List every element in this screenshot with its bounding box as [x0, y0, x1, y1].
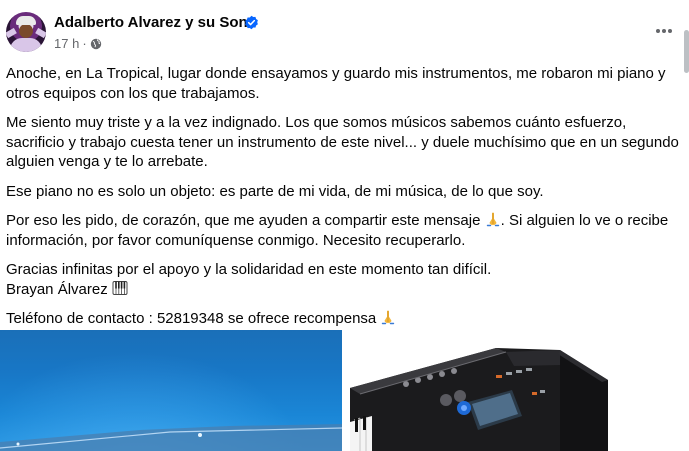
verified-badge-icon	[245, 15, 258, 30]
facebook-post: Adalberto Alvarez y su Son 17 h · Anoche…	[0, 0, 689, 451]
contact-line: Teléfono de contacto : 52819348 se ofrec…	[6, 310, 377, 327]
author-name[interactable]: Adalberto Alvarez y su Son	[54, 14, 248, 31]
signature: Brayan Álvarez	[6, 280, 108, 298]
piano-keys-icon	[112, 280, 128, 295]
paragraph-5-line-2: Brayan Álvarez	[6, 280, 682, 300]
scrollbar-thumb[interactable]	[684, 30, 689, 73]
paragraph-4-part-a: Por eso les pido, de corazón, que me ayu…	[6, 212, 481, 229]
globe-icon	[90, 38, 101, 49]
keyboard-synth-image	[346, 330, 689, 451]
more-options-icon[interactable]	[651, 18, 677, 44]
post-photo-1[interactable]	[0, 330, 342, 451]
post-time[interactable]: 17 h	[54, 36, 79, 51]
praying-hands-icon	[486, 212, 499, 227]
paragraph-6: Teléfono de contacto : 52819348 se ofrec…	[6, 309, 682, 329]
paragraph-3: Ese piano no es solo un objeto: es parte…	[6, 182, 544, 200]
paragraph-5-line-1: Gracias infinitas por el apoyo y la soli…	[6, 261, 492, 278]
post-header: Adalberto Alvarez y su Son 17 h ·	[0, 0, 689, 60]
post-meta: 17 h ·	[54, 36, 102, 51]
paragraph-1: Anoche, en La Tropical, lugar donde ensa…	[6, 65, 666, 102]
meta-separator: ·	[82, 36, 87, 51]
paragraph-4: Por eso les pido, de corazón, que me ayu…	[6, 211, 682, 250]
author-avatar[interactable]	[6, 12, 46, 52]
post-text: Anoche, en La Tropical, lugar donde ensa…	[6, 64, 682, 339]
praying-hands-icon	[382, 310, 395, 325]
paragraph-2: Me siento muy triste y a la vez indignad…	[6, 114, 679, 170]
post-photo-2[interactable]	[346, 330, 689, 451]
stage-floor	[0, 424, 342, 451]
